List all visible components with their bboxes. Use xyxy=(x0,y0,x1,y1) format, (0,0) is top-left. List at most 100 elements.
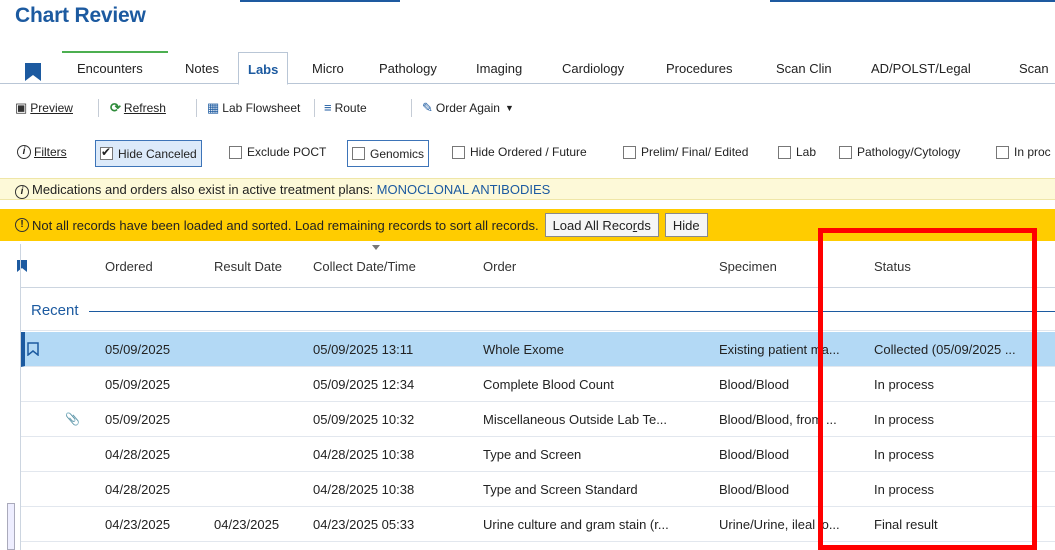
toolbar: ▣ Preview ⟳ Refresh ▦ Lab Flowsheet ≡ Ro… xyxy=(0,91,1055,129)
preview-button[interactable]: ▣ Preview xyxy=(15,100,73,116)
top-strip xyxy=(0,0,1055,5)
scrollbar[interactable] xyxy=(7,503,15,550)
toolbar-divider xyxy=(98,99,99,117)
filter-in-process[interactable]: In proc xyxy=(996,145,1051,159)
order-again-icon: ✎ xyxy=(422,100,433,115)
column-ordered[interactable]: Ordered xyxy=(105,259,153,274)
cell-ordered: 04/23/2025 xyxy=(105,517,171,532)
warning-icon: ! xyxy=(15,218,29,232)
refresh-button[interactable]: ⟳ Refresh xyxy=(110,100,166,116)
load-all-records-button[interactable]: Load All Reco r ds xyxy=(544,213,659,237)
warning-text: Not all records have been loaded and sor… xyxy=(32,217,539,233)
filter-hide-ordered-future[interactable]: Hide Ordered / Future xyxy=(452,145,587,159)
tab-cardiology[interactable]: Cardiology xyxy=(562,61,624,76)
tab-notes[interactable]: Notes xyxy=(185,61,219,76)
tab-scan[interactable]: Scan xyxy=(1019,61,1049,76)
treatment-plan-link[interactable]: MONOCLONAL ANTIBODIES xyxy=(377,182,551,197)
order-again-button[interactable]: ✎ Order Again ▼ xyxy=(422,100,514,116)
cell-ordered: 05/09/2025 xyxy=(105,412,171,427)
cell-ordered: 05/09/2025 xyxy=(105,342,171,357)
info-icon: i xyxy=(17,145,31,159)
cell-ordered: 04/28/2025 xyxy=(105,447,171,462)
column-result-date[interactable]: Result Date xyxy=(214,259,282,274)
cell-specimen: Blood/Blood xyxy=(719,377,790,392)
chevron-down-icon: ▼ xyxy=(504,103,514,113)
cell-order: Whole Exome xyxy=(483,342,564,357)
column-collect-date-time[interactable]: Collect Date/Time xyxy=(313,259,416,274)
route-icon: ≡ xyxy=(324,100,332,115)
info-text: Medications and orders also exist in act… xyxy=(32,182,377,197)
route-button[interactable]: ≡ Route xyxy=(324,100,367,115)
checkbox-icon[interactable] xyxy=(623,145,636,159)
tab-ad-polst-legal[interactable]: AD/POLST/Legal xyxy=(871,61,971,76)
bookmark-outline-icon[interactable] xyxy=(27,342,39,356)
page-title: Chart Review xyxy=(15,4,146,27)
checkbox-checked-icon[interactable] xyxy=(100,145,113,160)
filter-label: Hide Ordered / Future xyxy=(470,145,587,159)
cell-collect: 05/09/2025 10:32 xyxy=(313,412,415,427)
filter-genomics[interactable]: Genomics xyxy=(347,140,430,167)
refresh-icon: ⟳ xyxy=(110,100,121,115)
tab-pathology[interactable]: Pathology xyxy=(379,61,437,76)
cell-specimen: Blood/Blood xyxy=(719,482,790,497)
preview-label: Preview xyxy=(30,101,73,115)
checkbox-icon[interactable] xyxy=(778,145,791,159)
filter-label: Prelim/ Final/ Edited xyxy=(641,145,749,159)
route-label: Route xyxy=(334,100,367,115)
cell-ordered: 04/28/2025 xyxy=(105,482,171,497)
checkbox-icon[interactable] xyxy=(996,145,1009,159)
filter-label: Hide Canceled xyxy=(118,146,197,161)
refresh-label: Refresh xyxy=(123,101,166,115)
cell-specimen: Blood/Blood xyxy=(719,447,790,462)
tab-micro[interactable]: Micro xyxy=(312,61,344,76)
group-label: Recent xyxy=(31,302,79,319)
filters-button[interactable]: i Filters xyxy=(17,145,67,159)
filter-label: Pathology/Cytology xyxy=(857,145,961,159)
cell-collect: 05/09/2025 13:11 xyxy=(313,342,414,357)
lab-flowsheet-button[interactable]: ▦ Lab Flowsheet xyxy=(207,100,300,116)
cell-order: Type and Screen xyxy=(483,447,582,462)
cell-order: Type and Screen Standard xyxy=(483,482,638,497)
filter-label: Lab xyxy=(796,145,817,159)
cell-order: Complete Blood Count xyxy=(483,377,614,392)
lab-flowsheet-label: Lab Flowsheet xyxy=(222,101,301,115)
paperclip-icon[interactable]: 📎 xyxy=(65,412,80,426)
filter-exclude-poct[interactable]: Exclude POCT xyxy=(229,145,326,159)
filters-label: Filters xyxy=(34,145,67,159)
hide-button[interactable]: Hide xyxy=(664,213,708,237)
column-order[interactable]: Order xyxy=(483,259,516,274)
cell-order: Urine culture and gram stain (r... xyxy=(483,517,669,532)
checkbox-icon[interactable] xyxy=(229,145,242,159)
filter-prelim-final-edited[interactable]: Prelim/ Final/ Edited xyxy=(623,145,748,159)
tab-labs[interactable]: Labs xyxy=(238,52,289,85)
filter-label: In proc xyxy=(1014,145,1051,159)
top-strip-segment xyxy=(240,0,400,2)
filter-hide-canceled[interactable]: Hide Canceled xyxy=(95,140,202,167)
toolbar-divider xyxy=(314,99,315,117)
column-specimen[interactable]: Specimen xyxy=(719,259,777,274)
filter-label: Exclude POCT xyxy=(247,145,327,159)
filter-bar: i Filters Hide Canceled Exclude POCT Gen… xyxy=(0,137,1055,169)
cell-collect: 04/23/2025 05:33 xyxy=(313,517,415,532)
tab-scan-clin[interactable]: Scan Clin xyxy=(776,61,832,76)
cell-collect: 05/09/2025 12:34 xyxy=(313,377,415,392)
order-again-label: Order Again xyxy=(435,101,500,115)
tab-procedures[interactable]: Procedures xyxy=(666,61,732,76)
checkbox-icon[interactable] xyxy=(839,145,852,159)
cell-order: Miscellaneous Outside Lab Te... xyxy=(483,412,668,427)
tab-encounters[interactable]: Encounters xyxy=(77,61,143,76)
toolbar-divider xyxy=(411,99,412,117)
checkbox-icon[interactable] xyxy=(352,147,365,160)
sort-descending-icon xyxy=(372,245,380,250)
top-strip-segment xyxy=(770,0,1055,2)
filter-pathology-cytology[interactable]: Pathology/Cytology xyxy=(839,145,960,159)
filter-lab[interactable]: Lab xyxy=(778,145,816,159)
load-all-label-end: ds xyxy=(637,217,651,233)
checkbox-icon[interactable] xyxy=(452,145,465,159)
cell-collect: 04/28/2025 10:38 xyxy=(313,447,415,462)
tab-imaging[interactable]: Imaging xyxy=(476,61,522,76)
info-icon: i xyxy=(15,185,29,199)
tab-bar: Encounters Notes Labs Micro Pathology Im… xyxy=(0,52,1055,85)
bookmark-flag-icon[interactable] xyxy=(24,62,42,82)
info-banner: i Medications and orders also exist in ac… xyxy=(0,178,1055,200)
